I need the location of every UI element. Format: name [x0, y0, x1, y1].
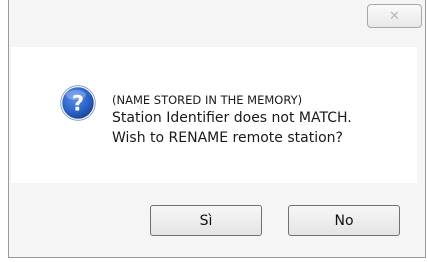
- no-button-label: No: [334, 212, 354, 229]
- close-button[interactable]: ✕: [367, 4, 422, 28]
- message-line-2: Station Identifier does not MATCH.: [112, 110, 352, 126]
- yes-button-label: Sì: [199, 212, 213, 229]
- svg-text:?: ?: [72, 92, 84, 116]
- no-button[interactable]: No: [288, 205, 400, 236]
- message-line-3: Wish to RENAME remote station?: [112, 130, 343, 146]
- question-icon: ?: [60, 85, 96, 121]
- close-icon: ✕: [389, 8, 400, 24]
- yes-button[interactable]: Sì: [150, 205, 262, 236]
- message-line-1: (NAME STORED IN THE MEMORY): [112, 93, 303, 107]
